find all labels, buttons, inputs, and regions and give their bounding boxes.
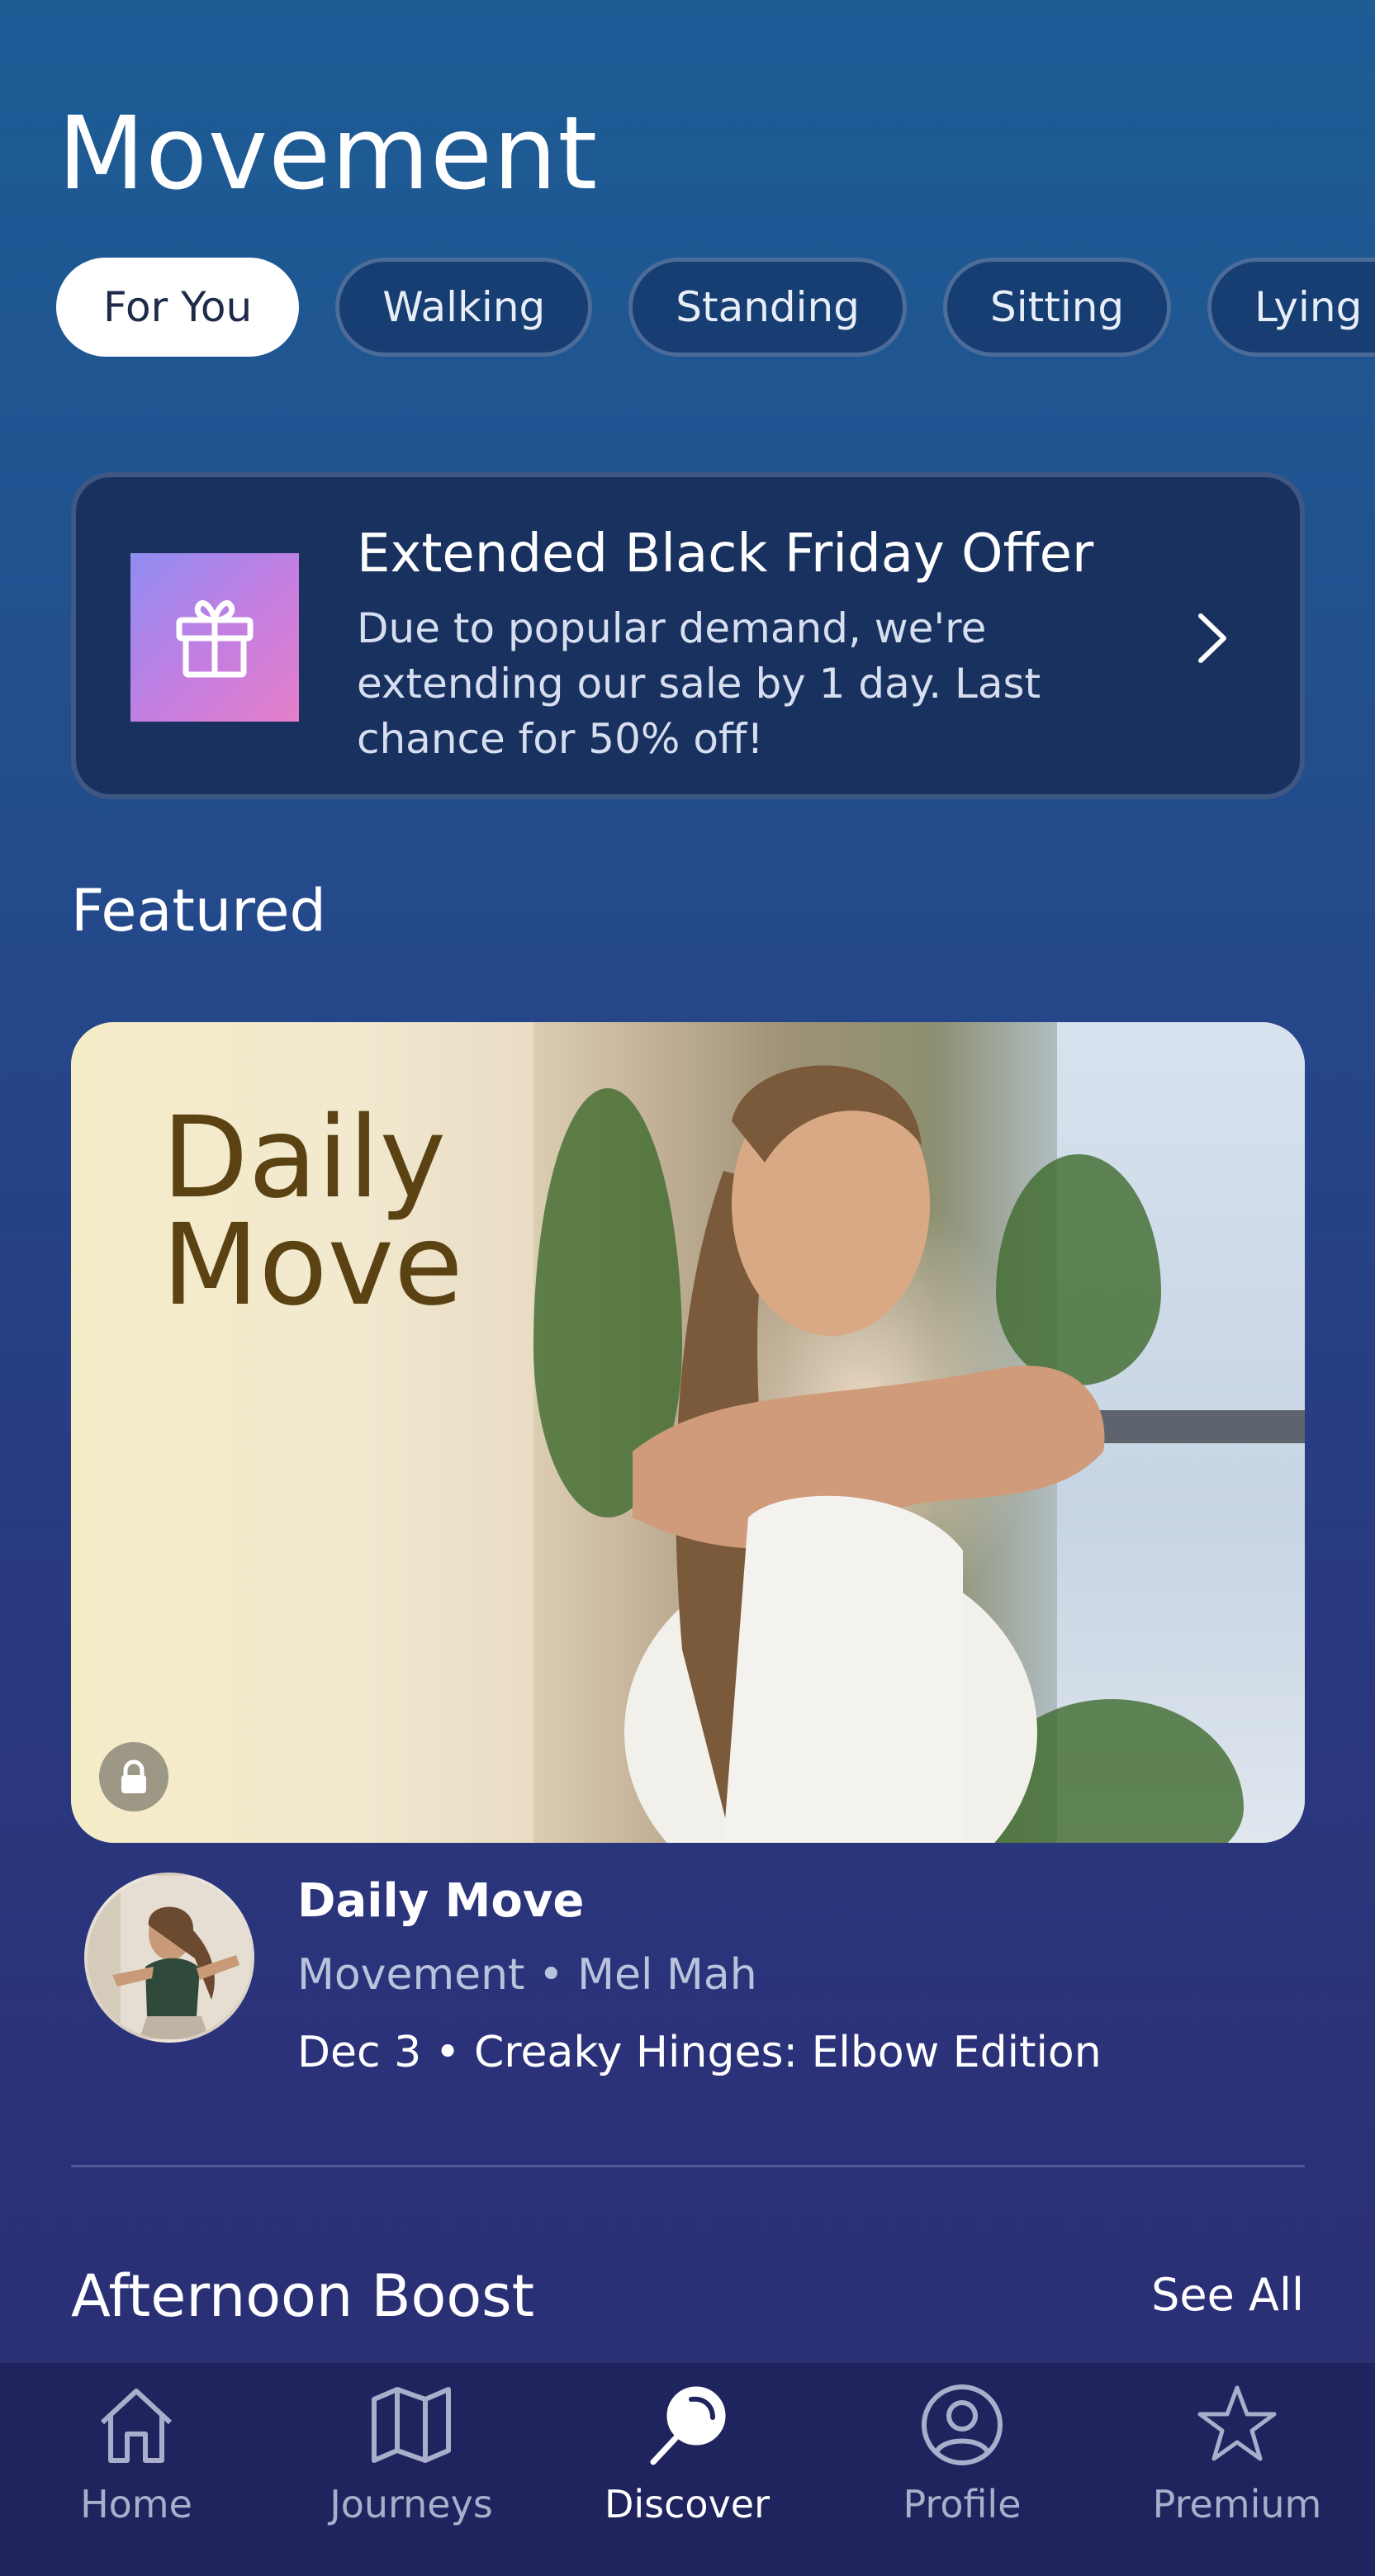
featured-section-title: Featured	[71, 877, 326, 945]
featured-card[interactable]: Daily Move	[71, 1022, 1305, 1843]
tab-label: Journeys	[330, 2482, 493, 2526]
star-icon	[1197, 2385, 1277, 2461]
filter-chip-standing[interactable]: Standing	[628, 258, 907, 357]
filter-chip-lying-down[interactable]: Lying D	[1207, 258, 1375, 357]
discover-icon	[650, 2386, 726, 2465]
tab-home[interactable]: Home	[12, 2379, 260, 2561]
gift-icon	[130, 553, 299, 722]
map-icon	[372, 2387, 451, 2463]
tab-premium[interactable]: Premium	[1113, 2379, 1361, 2561]
home-icon	[100, 2389, 173, 2463]
featured-card-photo	[624, 1065, 1105, 1843]
featured-title[interactable]: Daily Move	[297, 1874, 584, 1928]
profile-icon	[922, 2384, 1003, 2465]
page-title: Movement	[58, 95, 599, 212]
offer-body: Due to popular demand, we're extending o…	[357, 604, 1041, 763]
tab-label: Premium	[1152, 2482, 1322, 2526]
tab-discover[interactable]: Discover	[563, 2379, 811, 2561]
featured-date-line: Dec 3 • Creaky Hinges: Elbow Edition	[297, 2028, 1102, 2077]
offer-banner[interactable]: Extended Black Friday Offer Due to popul…	[71, 472, 1305, 799]
section-divider	[71, 2165, 1305, 2167]
tab-label: Profile	[903, 2482, 1022, 2526]
chevron-right-icon	[1198, 613, 1226, 663]
tab-journeys[interactable]: Journeys	[287, 2379, 535, 2561]
featured-card-overlay-line: Daily	[162, 1093, 447, 1224]
afternoon-boost-title: Afternoon Boost	[71, 2262, 535, 2330]
offer-title: Extended Black Friday Offer	[357, 523, 1094, 585]
screen: Movement For You Walking Standing Sittin…	[0, 0, 1375, 2576]
instructor-avatar[interactable]	[84, 1873, 254, 2043]
featured-subtitle: Movement • Mel Mah	[297, 1950, 757, 2000]
filter-chip-walking[interactable]: Walking	[335, 258, 593, 357]
featured-card-overlay-title: Daily Move	[162, 1093, 463, 1331]
lock-icon	[99, 1742, 168, 1811]
filter-chip-sitting[interactable]: Sitting	[942, 258, 1172, 357]
tab-label: Discover	[604, 2482, 770, 2526]
featured-card-overlay-line: Move	[162, 1200, 463, 1331]
tab-label: Home	[80, 2482, 192, 2526]
filter-chips: For You Walking Standing Sitting Lying D	[56, 258, 1375, 357]
tab-profile[interactable]: Profile	[838, 2379, 1086, 2561]
filter-chip-for-you[interactable]: For You	[56, 258, 300, 357]
see-all-link[interactable]: See All	[1151, 2269, 1304, 2321]
bottom-tab-bar: Home Journeys Discover Profile Premium	[0, 2361, 1375, 2576]
